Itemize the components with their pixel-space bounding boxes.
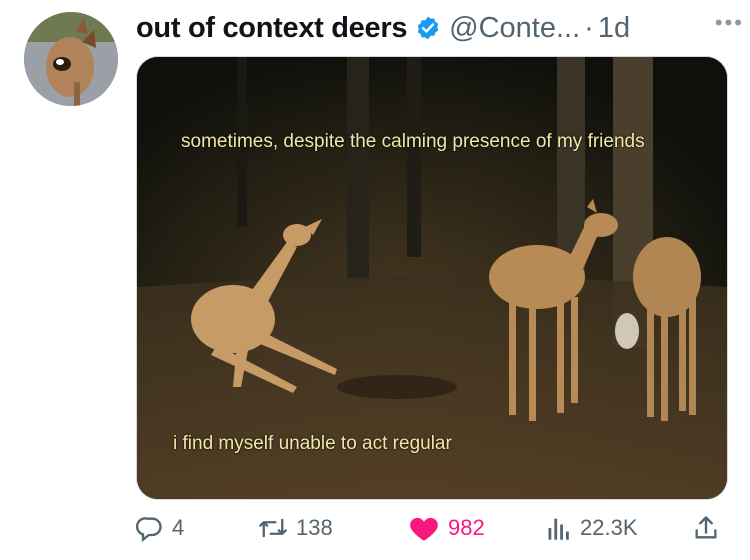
avatar[interactable] (24, 12, 118, 106)
reply-icon (136, 517, 162, 542)
share-button[interactable] (692, 514, 728, 542)
avatar-deer-image (24, 12, 118, 106)
like-count: 982 (448, 515, 485, 540)
views-button[interactable]: 22.3K (546, 514, 638, 542)
reply-count: 4 (172, 515, 185, 540)
share-icon (695, 516, 717, 539)
separator-dot: · (584, 11, 594, 44)
views-chart-icon (548, 518, 569, 540)
caption-bottom: i find myself unable to act regular (173, 433, 452, 454)
tweet-media[interactable]: sometimes, despite the calming presence … (136, 56, 728, 500)
retweet-count: 138 (296, 515, 333, 540)
action-bar: 4 138 982 22.3K (136, 514, 730, 554)
reply-button[interactable]: 4 (136, 514, 184, 542)
retweet-icon (259, 518, 287, 538)
view-count: 22.3K (580, 515, 638, 540)
display-name[interactable]: out of context deers (136, 12, 407, 45)
tweet-header: out of context deers @Conte... · 1d (136, 8, 734, 48)
caption-top: sometimes, despite the calming presence … (181, 131, 645, 152)
timestamp[interactable]: 1d (598, 12, 630, 45)
more-options-icon[interactable]: ••• (715, 10, 744, 36)
verified-badge-icon (417, 16, 439, 40)
handle[interactable]: @Conte... (449, 12, 580, 45)
retweet-button[interactable]: 138 (258, 514, 333, 542)
heart-filled-icon (410, 517, 438, 541)
like-button[interactable]: 982 (408, 514, 485, 542)
